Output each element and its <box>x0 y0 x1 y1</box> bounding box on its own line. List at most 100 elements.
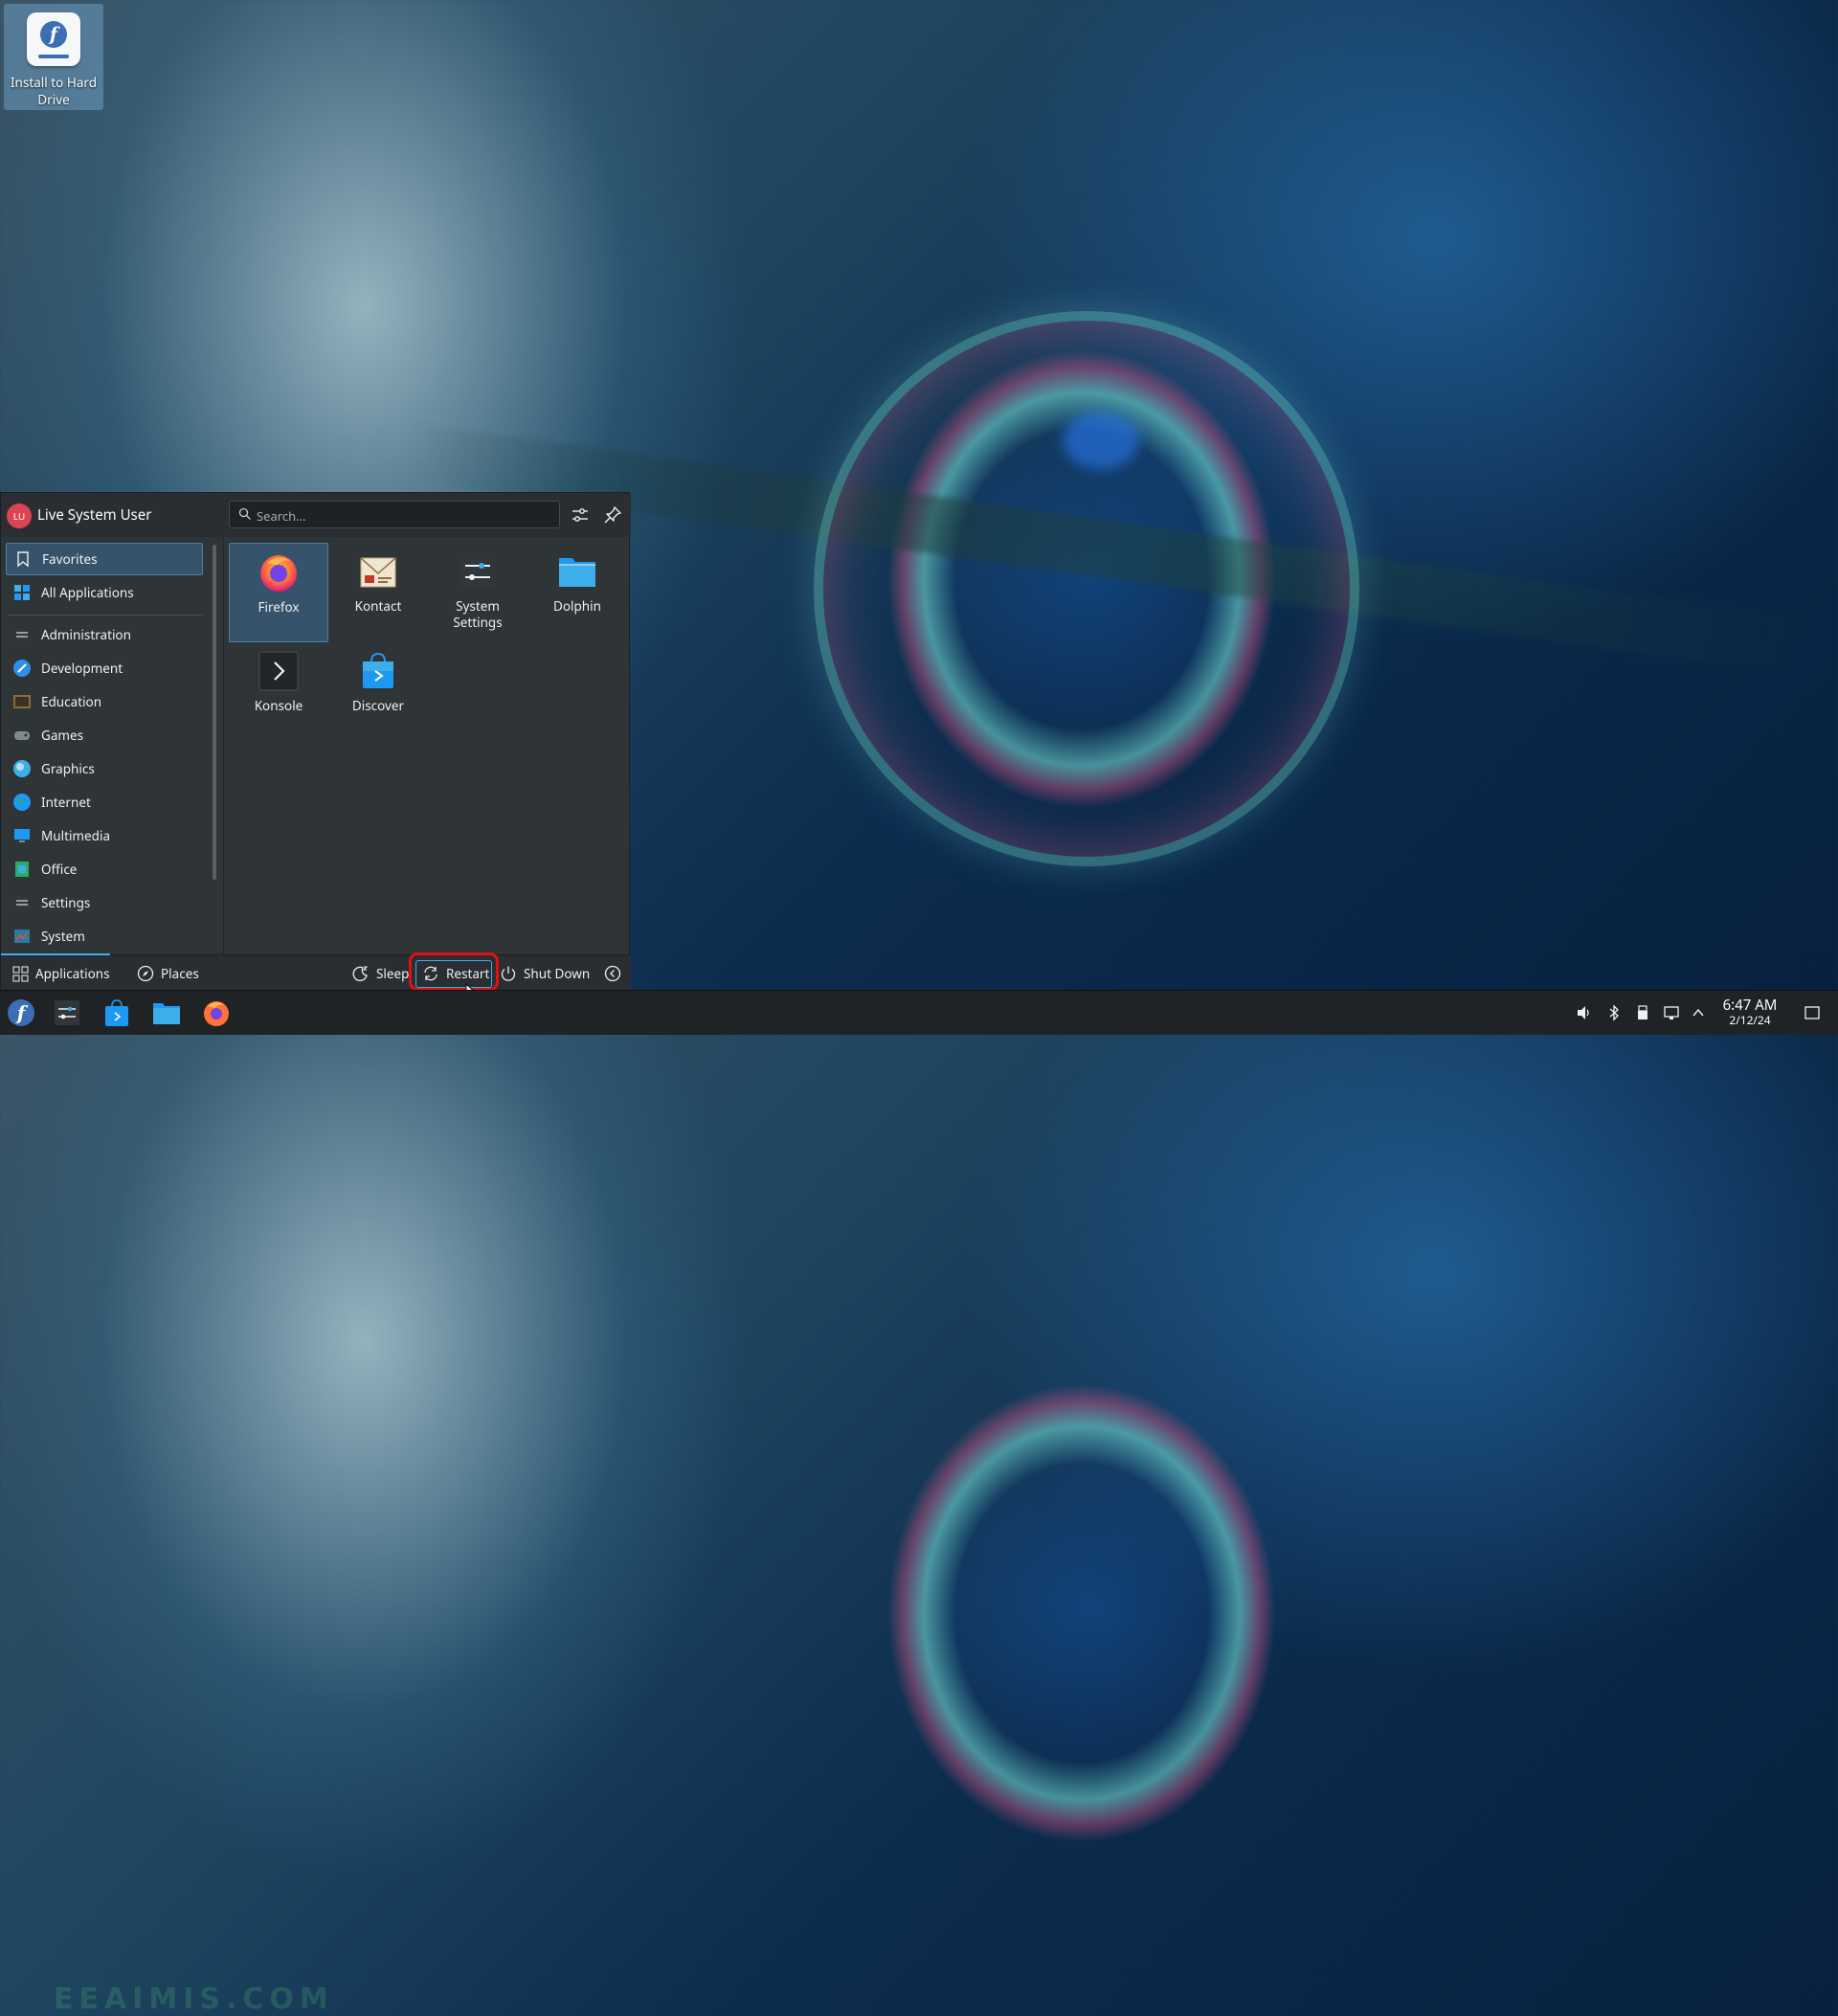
annotation-highlight <box>409 952 499 991</box>
kontact-icon <box>360 557 396 588</box>
sidebar-item-label: Games <box>41 727 84 744</box>
sidebar-item-graphics[interactable]: Graphics <box>6 752 203 785</box>
sleep-label: Sleep <box>376 965 410 982</box>
app-label: Kontact <box>354 597 402 615</box>
device-notifier-icon[interactable] <box>1634 1004 1651 1021</box>
firefox-taskbar-icon[interactable] <box>201 997 232 1028</box>
firefox-icon <box>260 555 297 592</box>
system-settings-icon <box>460 554 495 589</box>
settings-icon <box>14 896 30 909</box>
fedora-installer-icon: f <box>27 12 80 66</box>
sidebar-item-label: Internet <box>41 794 91 811</box>
education-icon <box>13 695 31 708</box>
dolphin-taskbar-icon[interactable] <box>151 997 182 1028</box>
bluetooth-icon[interactable] <box>1605 1004 1623 1021</box>
app-konsole[interactable]: Konsole <box>229 642 328 742</box>
category-sidebar: Favorites All Applications Administratio… <box>1 537 212 954</box>
desktop-icon-install-to-hard-drive[interactable]: f Install to Hard Drive <box>4 4 103 110</box>
launcher-header: LU Live System User Search... <box>1 493 631 537</box>
sidebar-item-education[interactable]: Education <box>6 685 203 718</box>
configure-icon[interactable] <box>570 504 591 526</box>
discover-taskbar-icon[interactable] <box>101 997 132 1028</box>
sidebar-item-office[interactable]: Office <box>6 853 203 885</box>
app-dolphin[interactable]: Dolphin <box>527 543 627 642</box>
wallpaper-bubble <box>814 311 1359 866</box>
app-label: Dolphin <box>553 597 601 615</box>
volume-icon[interactable] <box>1576 1004 1593 1021</box>
grid-icon <box>14 585 30 600</box>
app-launcher-fedora-icon[interactable]: f <box>6 997 36 1028</box>
app-label: Firefox <box>258 598 300 616</box>
tab-places[interactable]: Places <box>137 955 199 992</box>
app-label: Konsole <box>254 697 303 714</box>
compass-icon <box>137 965 154 982</box>
taskbar: f EEAIMIS.COM 6:47 AM 2/12/24 <box>0 990 1838 2016</box>
avatar[interactable]: LU <box>7 504 32 528</box>
applications-grid-icon <box>12 966 29 981</box>
sleep-button[interactable]: Sleep <box>352 955 409 992</box>
system-settings-taskbar-icon[interactable] <box>52 997 82 1028</box>
app-kontact[interactable]: Kontact <box>328 543 428 642</box>
chevron-left-circle-icon <box>604 965 621 982</box>
sidebar-item-label: Graphics <box>41 760 95 777</box>
tab-applications[interactable]: Applications <box>12 955 110 992</box>
development-icon <box>13 660 31 677</box>
chevron-up-icon[interactable] <box>1690 1004 1707 1021</box>
sleep-icon <box>352 966 369 982</box>
digital-clock[interactable]: 6:47 AM 2/12/24 <box>1712 997 1788 1027</box>
app-firefox[interactable]: Firefox <box>229 543 328 642</box>
sidebar-item-label: Favorites <box>42 550 98 568</box>
shutdown-label: Shut Down <box>524 965 591 982</box>
application-launcher: LU Live System User Search... Favorites <box>0 492 631 992</box>
sidebar-item-label: Development <box>41 660 123 677</box>
tab-label: Places <box>161 965 199 982</box>
sidebar-scrollbar[interactable] <box>213 545 216 880</box>
sidebar-item-settings[interactable]: Settings <box>6 886 203 919</box>
show-desktop-icon[interactable] <box>1804 1004 1821 1021</box>
pin-icon[interactable] <box>602 504 623 526</box>
desktop-icon-label: Install to Hard Drive <box>10 74 98 108</box>
shutdown-button[interactable]: Shut Down <box>500 955 590 992</box>
wallpaper-bubble-core <box>1063 412 1139 469</box>
sidebar-item-favorites[interactable]: Favorites <box>6 543 203 575</box>
dolphin-folder-icon <box>559 558 595 587</box>
sidebar-item-multimedia[interactable]: Multimedia <box>6 819 203 852</box>
sidebar-item-label: Settings <box>41 894 91 911</box>
multimedia-icon <box>14 829 30 842</box>
sidebar-item-label: Education <box>41 693 102 710</box>
globe-icon <box>13 794 31 811</box>
user-name: Live System User <box>37 505 152 525</box>
sidebar-item-label: Office <box>41 861 78 878</box>
app-label: System Settings <box>453 597 503 631</box>
sidebar-item-label: All Applications <box>41 584 134 601</box>
app-discover[interactable]: Discover <box>328 642 428 742</box>
app-label: Discover <box>351 697 405 714</box>
sidebar-item-label: Multimedia <box>41 827 111 844</box>
sidebar-item-label: Administration <box>41 626 131 643</box>
graphics-icon <box>13 760 31 777</box>
bookmark-icon <box>17 551 29 568</box>
sidebar-item-label: System <box>41 928 85 945</box>
launcher-footer: Applications Places Sleep Restart Shut D… <box>1 952 631 992</box>
sidebar-item-internet[interactable]: Internet <box>6 786 203 818</box>
office-icon <box>15 862 29 877</box>
discover-icon <box>363 652 393 688</box>
search-icon <box>238 507 251 520</box>
sidebar-item-all-applications[interactable]: All Applications <box>6 576 203 609</box>
sidebar-item-administration[interactable]: Administration <box>6 618 203 651</box>
search-input[interactable]: Search... <box>229 501 560 528</box>
tab-label: Applications <box>35 965 110 982</box>
admin-icon <box>14 628 30 641</box>
watermark: EEAIMIS.COM <box>54 1982 334 2016</box>
clock-date: 2/12/24 <box>1729 1012 1771 1028</box>
leave-more-button[interactable] <box>604 955 628 992</box>
panel-divider <box>223 537 224 954</box>
sidebar-item-games[interactable]: Games <box>6 719 203 751</box>
power-icon <box>501 966 516 981</box>
sidebar-item-development[interactable]: Development <box>6 652 203 684</box>
network-icon[interactable] <box>1663 1004 1680 1021</box>
konsole-icon <box>258 651 299 691</box>
app-system-settings[interactable]: System Settings <box>428 543 527 642</box>
sidebar-item-system[interactable]: System <box>6 920 203 952</box>
sidebar-separator <box>9 615 204 616</box>
